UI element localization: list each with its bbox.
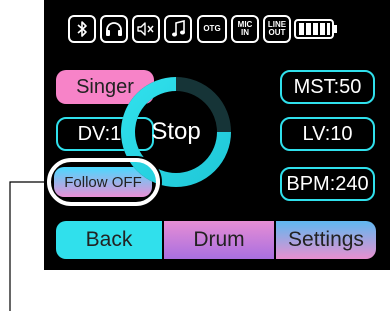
mst-label: MST:50 xyxy=(293,75,362,98)
tab-drum[interactable]: Drum xyxy=(164,221,274,259)
tab-settings[interactable]: Settings xyxy=(276,221,376,259)
line-out-indicator-main: LINE OUT xyxy=(263,15,291,43)
mute-icon xyxy=(132,15,160,43)
line-out-line2: OUT xyxy=(268,28,286,37)
headphones-icon xyxy=(100,15,128,43)
bluetooth-icon xyxy=(68,15,96,43)
battery-icon xyxy=(294,19,337,39)
mst-button[interactable]: MST:50 xyxy=(280,70,375,104)
otg-indicator: OTG xyxy=(197,15,227,43)
tab-settings-label: Settings xyxy=(288,228,364,251)
stop-button[interactable]: Stop xyxy=(116,72,236,192)
mic-in-indicator: MIC IN xyxy=(231,15,259,43)
mic-in-line2: IN xyxy=(241,28,249,37)
bpm-label: BPM:240 xyxy=(286,172,369,195)
tab-back-label: Back xyxy=(85,228,133,251)
lv-label: LV:10 xyxy=(302,122,353,145)
music-icon xyxy=(164,15,192,43)
otg-label: OTG xyxy=(203,24,221,33)
bpm-button[interactable]: BPM:240 xyxy=(280,167,375,201)
stop-label: Stop xyxy=(151,118,201,145)
tab-back[interactable]: Back xyxy=(56,221,162,259)
lv-button[interactable]: LV:10 xyxy=(280,117,375,151)
tab-drum-label: Drum xyxy=(193,228,245,251)
